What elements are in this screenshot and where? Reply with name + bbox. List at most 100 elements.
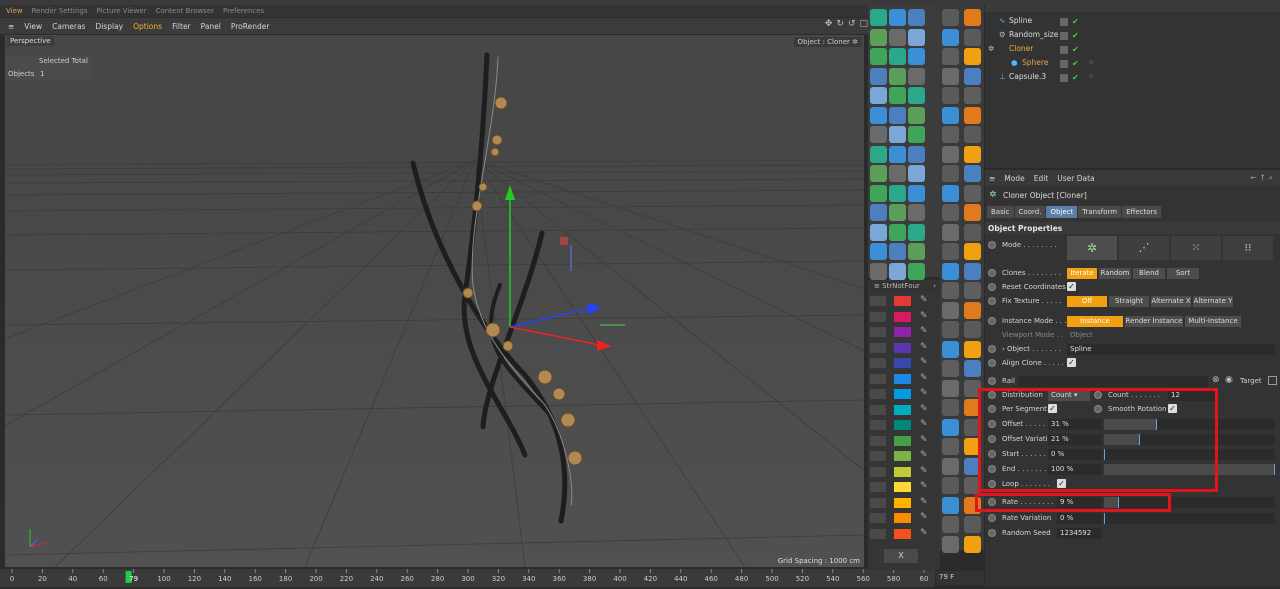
- tool-button[interactable]: [870, 9, 887, 26]
- tab-coord[interactable]: Coord.: [1014, 206, 1046, 218]
- tool-button[interactable]: [942, 243, 959, 260]
- tool-button[interactable]: [889, 223, 906, 241]
- object-row-spline[interactable]: ∿ Spline ✔: [985, 16, 1280, 29]
- color-swatch[interactable]: [894, 342, 911, 353]
- mode-linear-icon[interactable]: ⋰: [1119, 236, 1169, 260]
- swatch-row[interactable]: ✎: [868, 480, 940, 495]
- close-swatch-button[interactable]: X: [884, 549, 918, 563]
- fix-texture-straight-button[interactable]: Straight: [1109, 296, 1149, 307]
- tool-button[interactable]: [942, 106, 959, 124]
- swatch-select[interactable]: [870, 497, 886, 508]
- animate-dot[interactable]: [988, 269, 996, 277]
- tool-button[interactable]: [964, 360, 981, 377]
- swatch-row[interactable]: ✎: [868, 511, 940, 526]
- tool-button[interactable]: [889, 87, 906, 104]
- tool-button[interactable]: [889, 204, 906, 221]
- 3d-viewport[interactable]: Perspective Selected Total Objects 1 Obj…: [5, 35, 864, 567]
- tool-button[interactable]: [908, 204, 925, 221]
- object-row-random-size[interactable]: ⚙ Random_size ✔: [985, 30, 1280, 43]
- swatch-row[interactable]: ✎: [868, 294, 940, 309]
- tool-button[interactable]: [908, 145, 925, 163]
- tool-button[interactable]: [964, 106, 981, 124]
- tab-effectors[interactable]: Effectors: [1122, 206, 1162, 218]
- tool-button[interactable]: [942, 165, 959, 182]
- tool-button[interactable]: [964, 321, 981, 338]
- tool-button[interactable]: [942, 204, 959, 221]
- tool-button[interactable]: [942, 87, 959, 104]
- material-tag-icon[interactable]: ⁘: [1088, 58, 1094, 67]
- tool-button[interactable]: [964, 67, 981, 85]
- color-swatch[interactable]: [894, 420, 911, 430]
- tool-button[interactable]: [870, 184, 887, 202]
- enabled-check-icon[interactable]: ✔: [1072, 59, 1079, 68]
- tool-button[interactable]: [942, 184, 959, 202]
- tool-button[interactable]: [870, 87, 887, 104]
- tool-button[interactable]: [964, 87, 981, 104]
- tab-content-browser[interactable]: Content Browser: [156, 7, 214, 15]
- color-swatch[interactable]: [894, 404, 911, 415]
- tool-button[interactable]: [964, 535, 981, 553]
- tool-button[interactable]: [870, 165, 887, 182]
- tool-button[interactable]: [942, 48, 959, 65]
- tab-picture-viewer[interactable]: Picture Viewer: [96, 7, 146, 15]
- visibility-toggle[interactable]: [1060, 74, 1068, 82]
- color-picker-icon[interactable]: ✎: [920, 326, 928, 336]
- visibility-toggle[interactable]: [1060, 60, 1068, 68]
- color-picker-icon[interactable]: ✎: [920, 450, 928, 460]
- swatch-row[interactable]: ✎: [868, 527, 940, 542]
- animate-dot[interactable]: [988, 529, 996, 537]
- swatch-select[interactable]: [870, 404, 886, 415]
- fix-texture-alternate-y-button[interactable]: Alternate Y: [1193, 296, 1233, 307]
- menu-prorender[interactable]: ProRender: [231, 22, 270, 31]
- tool-button[interactable]: [942, 145, 959, 163]
- enabled-check-icon[interactable]: ✔: [1072, 45, 1079, 54]
- timeline-ruler[interactable]: 0 20 40 60 79 100 120 140 160 180 200 220 240 260 280 3…: [0, 569, 935, 587]
- tool-button[interactable]: [889, 184, 906, 202]
- mode-grid-icon[interactable]: ⁝⁝: [1223, 236, 1273, 260]
- tool-button[interactable]: [908, 28, 925, 46]
- tool-button[interactable]: [908, 87, 925, 104]
- tool-button[interactable]: [870, 223, 887, 241]
- swatch-select[interactable]: [870, 358, 886, 368]
- color-swatch[interactable]: [894, 327, 911, 337]
- visibility-toggle[interactable]: [1060, 46, 1068, 54]
- menu-filter[interactable]: Filter: [172, 22, 191, 31]
- color-picker-icon[interactable]: ✎: [920, 481, 928, 491]
- menu-panel[interactable]: Panel: [201, 22, 221, 31]
- rail-link-field[interactable]: [1018, 376, 1208, 387]
- random-seed-input[interactable]: 1234592: [1057, 528, 1102, 539]
- swatch-select[interactable]: [870, 373, 886, 384]
- tool-button[interactable]: [889, 126, 906, 143]
- tool-button[interactable]: [942, 28, 959, 46]
- swatch-select[interactable]: [870, 466, 886, 477]
- move-view-icon[interactable]: ✥: [825, 19, 833, 29]
- tool-button[interactable]: [908, 262, 925, 280]
- swatch-group-name[interactable]: StrNotFour: [882, 282, 920, 290]
- animate-dot[interactable]: [988, 283, 996, 291]
- tool-button[interactable]: [889, 106, 906, 124]
- tab-render-settings[interactable]: Render Settings: [32, 7, 88, 15]
- tool-button[interactable]: [964, 48, 981, 65]
- tool-button[interactable]: [942, 9, 959, 26]
- rotate-view-icon[interactable]: ↻: [836, 19, 844, 29]
- swatch-row[interactable]: ✎: [868, 403, 940, 418]
- tool-button[interactable]: [964, 184, 981, 202]
- tool-button[interactable]: [964, 282, 981, 299]
- animate-dot[interactable]: [988, 345, 996, 353]
- clones-iterate-button[interactable]: Iterate: [1067, 268, 1097, 279]
- swatch-row[interactable]: ✎: [868, 496, 940, 511]
- swatch-select[interactable]: [870, 311, 886, 322]
- link-picker-icon[interactable]: ⊗: [1212, 375, 1220, 385]
- tool-button[interactable]: [908, 243, 925, 260]
- swatch-select[interactable]: [870, 513, 886, 523]
- color-swatch[interactable]: [894, 358, 911, 368]
- object-row-cloner[interactable]: ✲ Cloner ✔: [985, 44, 1280, 57]
- enabled-check-icon[interactable]: ✔: [1072, 17, 1079, 26]
- tool-button[interactable]: [964, 301, 981, 319]
- visibility-toggle[interactable]: [1060, 18, 1068, 26]
- swatch-row[interactable]: ✎: [868, 387, 940, 402]
- tool-button[interactable]: [908, 126, 925, 143]
- mode-object-icon[interactable]: ✲: [1067, 236, 1117, 260]
- swatch-select[interactable]: [870, 528, 886, 539]
- tool-button[interactable]: [908, 165, 925, 182]
